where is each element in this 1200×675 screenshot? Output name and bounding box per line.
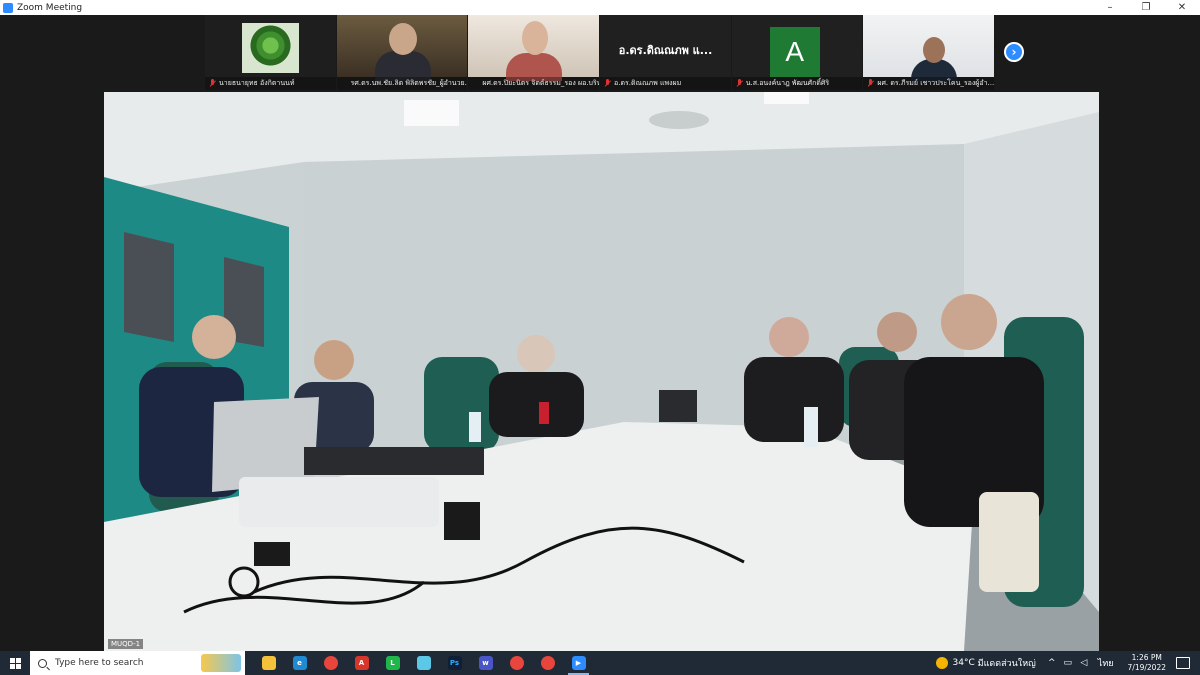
window-title: Zoom Meeting — [17, 2, 83, 13]
weather-desc: มีแดดส่วนใหญ่ — [977, 659, 1036, 669]
windows-taskbar: Type here to search e A L Ps w ▶ 34°C มีแดดส่… — [0, 651, 1200, 675]
search-icon — [38, 658, 47, 668]
windows-logo-icon — [9, 657, 21, 669]
zoom-app-icon — [3, 2, 13, 13]
chrome-icon — [323, 656, 338, 670]
chrome-3-icon — [540, 656, 555, 670]
main-speaker-video: MUQD-1 — [104, 92, 1099, 651]
taskbar-app-teams[interactable]: w — [470, 651, 501, 675]
clock-date: 7/19/2022 — [1127, 663, 1166, 672]
taskbar-app-zoom[interactable]: ▶ — [563, 651, 594, 675]
notification-icon[interactable] — [1176, 657, 1190, 669]
meeting-area: นายธนายุทธ อังกิตานนท์ รศ.ดร.นพ.ชัย.ลิต … — [0, 15, 1200, 651]
participant-name: นายธนายุทธ อังกิตานนท์ — [205, 77, 336, 90]
pinned-apps: e A L Ps w ▶ — [253, 651, 594, 675]
plant-image — [242, 23, 299, 73]
participant-video — [863, 15, 995, 81]
gallery-strip: นายธนายุทธ อังกิตานนท์ รศ.ดร.นพ.ชัย.ลิต … — [205, 15, 995, 90]
participant-video — [336, 15, 468, 81]
clock[interactable]: 1:26 PM 7/19/2022 — [1128, 653, 1166, 673]
participant-tile[interactable]: รศ.ดร.นพ.ชัย.ลิต พิลิตพรชัย_ผู้อำนวย... — [336, 15, 468, 90]
minimize-button[interactable]: – — [1092, 0, 1128, 15]
taskbar-app-chrome[interactable] — [315, 651, 346, 675]
window-title-bar: Zoom Meeting – ❐ ✕ — [0, 0, 1200, 15]
participant-display-name: อ.ดร.ดิณณภพ แ... — [618, 44, 713, 57]
chrome-2-icon — [509, 656, 524, 670]
file-explorer-icon — [261, 656, 276, 670]
participant-video — [468, 15, 600, 81]
teams-icon: w — [478, 656, 493, 670]
taskbar-app-acrobat[interactable]: A — [346, 651, 377, 675]
gallery-next-button[interactable]: › — [1004, 42, 1024, 62]
close-button[interactable]: ✕ — [1164, 0, 1200, 15]
zoom-icon: ▶ — [571, 656, 586, 670]
person-head — [388, 23, 417, 55]
weather-widget[interactable]: 34°C มีแดดส่วนใหญ่ — [935, 656, 1036, 670]
language-indicator[interactable]: ไทย — [1098, 656, 1114, 670]
participant-name: รศ.ดร.นพ.ชัย.ลิต พิลิตพรชัย_ผู้อำนวย... — [336, 77, 468, 90]
taskbar-app-photoshop[interactable]: Ps — [439, 651, 470, 675]
taskbar-app-chrome-3[interactable] — [532, 651, 563, 675]
chevron-up-icon[interactable]: ^ — [1045, 656, 1059, 670]
person-head — [522, 21, 549, 55]
start-button[interactable] — [0, 651, 30, 675]
taskbar-search[interactable]: Type here to search — [30, 651, 245, 675]
taskbar-app-chrome-2[interactable] — [501, 651, 532, 675]
weather-temp: 34°C — [952, 658, 975, 668]
participant-tile[interactable]: ผศ.ดร.ปิยะนิตร จิตต์ธรรม_รอง ผอ.บริห... — [468, 15, 600, 90]
meeting-room-scene — [104, 92, 1099, 651]
system-tray: 34°C มีแดดส่วนใหญ่ ^ ▭ ◁ ไทย 1:26 PM 7/1… — [935, 651, 1200, 675]
taskbar-app-edge[interactable]: e — [284, 651, 315, 675]
taskbar-app-line[interactable]: L — [377, 651, 408, 675]
taskbar-app-file-explorer[interactable] — [253, 651, 284, 675]
mic-muted-icon — [209, 79, 216, 88]
restore-button[interactable]: ❐ — [1128, 0, 1164, 15]
line-icon: L — [385, 656, 400, 670]
participant-name: ผศ.ดร.ปิยะนิตร จิตต์ธรรม_รอง ผอ.บริห... — [468, 77, 600, 90]
search-placeholder: Type here to search — [55, 658, 144, 668]
participant-tile[interactable]: อ.ดร.ดิณณภพ แ... อ.ดร.ดิณณภพ แพงผม — [600, 15, 731, 90]
participant-avatar: A — [769, 27, 820, 77]
participant-video — [205, 15, 336, 77]
network-icon[interactable]: ▭ — [1061, 656, 1075, 670]
participant-tile[interactable]: ผศ. ดร.ภีรมย์ เชาวประโคน_รองผู้อำ... — [863, 15, 995, 90]
volume-icon[interactable]: ◁ — [1077, 656, 1091, 670]
sun-icon — [935, 657, 948, 669]
taskbar-app-notepad[interactable] — [408, 651, 439, 675]
mic-muted-icon — [736, 79, 743, 88]
participant-tile[interactable]: นายธนายุทธ อังกิตานนท์ — [205, 15, 336, 90]
mic-muted-icon — [604, 79, 611, 88]
edge-icon: e — [292, 656, 307, 670]
photoshop-icon: Ps — [447, 656, 462, 670]
participant-tile[interactable]: A น.ส.อนงค์นาฎ พัฒนศักดิ์ศิริ — [731, 15, 863, 90]
clock-time: 1:26 PM — [1131, 653, 1162, 662]
participant-name: น.ส.อนงค์นาฎ พัฒนศักดิ์ศิริ — [731, 77, 863, 90]
search-highlight-image — [201, 654, 241, 672]
connection-label: MUQD-1 — [108, 639, 144, 649]
mic-muted-icon — [867, 79, 874, 88]
participant-name: อ.ดร.ดิณณภพ แพงผม — [600, 77, 731, 90]
notepad-icon — [416, 656, 431, 670]
participant-name: ผศ. ดร.ภีรมย์ เชาวประโคน_รองผู้อำ... — [863, 77, 995, 90]
acrobat-icon: A — [354, 656, 369, 670]
